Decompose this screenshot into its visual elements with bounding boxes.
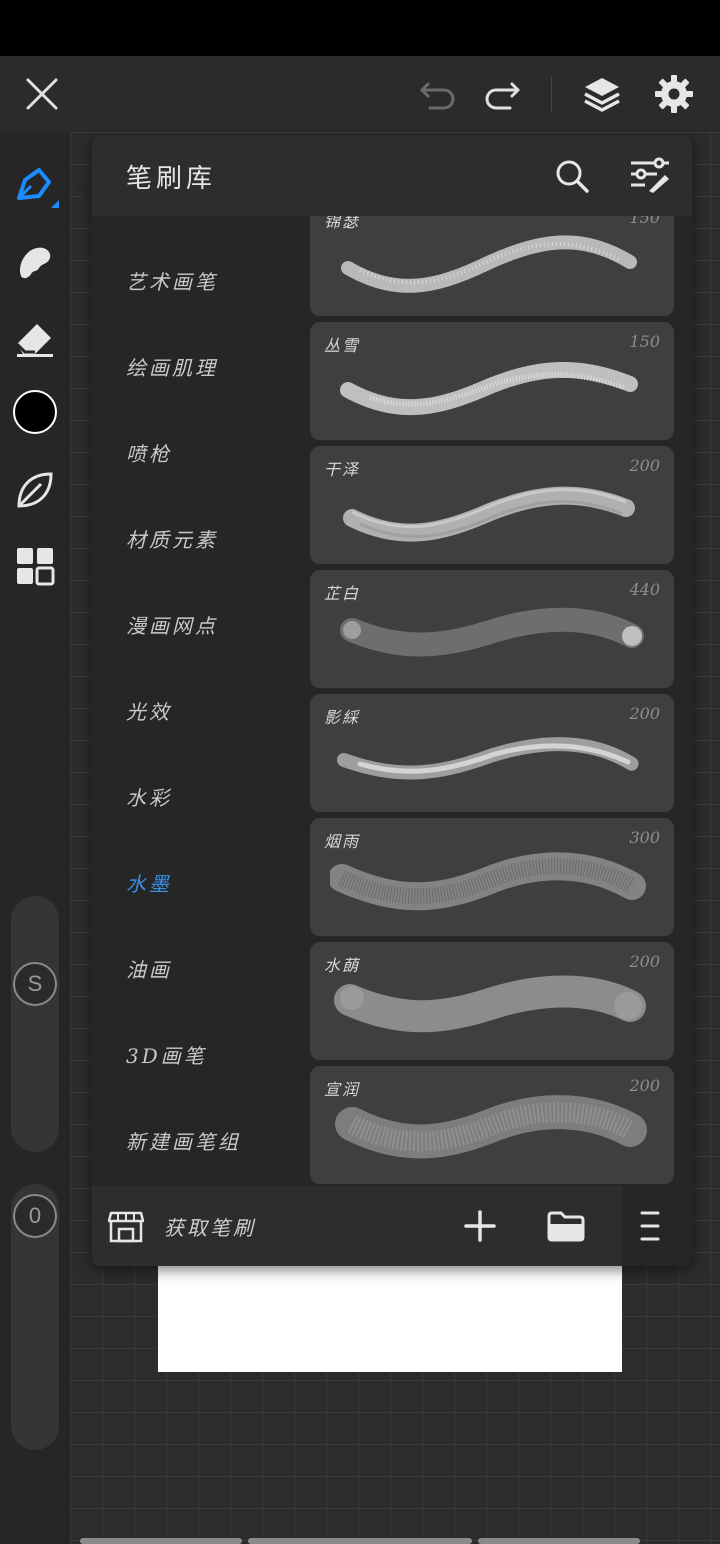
brush-stroke-preview <box>335 1095 647 1159</box>
category-item[interactable]: 艺术画笔 <box>126 266 218 295</box>
scroll-indicator <box>80 1538 242 1544</box>
settings-button[interactable] <box>646 56 702 132</box>
category-item-active[interactable]: 水墨 <box>126 868 172 897</box>
status-bar <box>0 0 720 56</box>
undo-icon <box>420 82 455 110</box>
smudge-icon <box>19 247 51 279</box>
stamp-tool[interactable] <box>0 460 70 520</box>
brush-card[interactable]: 丛雪 150 <box>310 322 674 440</box>
brush-list: 锦瑟 150 丛雪 150 干泽 200 芷白 440 影綵 200 烟雨 30… <box>310 216 674 1186</box>
current-color-circle <box>13 390 57 434</box>
more-tools[interactable] <box>0 536 70 596</box>
brush-card[interactable]: 芷白 440 <box>310 570 674 688</box>
left-toolbar: S 0 <box>0 132 70 1544</box>
category-item[interactable]: 喷枪 <box>126 438 172 467</box>
redo-icon <box>485 82 520 110</box>
category-item[interactable]: 材质元素 <box>126 524 218 553</box>
brush-icon <box>17 168 59 208</box>
category-item[interactable]: 水彩 <box>126 782 172 811</box>
plus-icon <box>464 1210 496 1242</box>
brush-stroke-preview <box>340 361 638 416</box>
brush-card[interactable]: 水蓢 200 <box>310 942 674 1060</box>
panel-header: 笔刷库 <box>92 136 692 216</box>
store-button[interactable] <box>104 1204 148 1248</box>
category-item[interactable]: 绘画肌理 <box>126 352 218 381</box>
grid-icon <box>17 548 55 586</box>
adjust-brush-icon <box>631 157 669 193</box>
menu-icon <box>640 1211 660 1241</box>
leaf-icon <box>17 472 53 508</box>
color-swatch[interactable] <box>0 382 70 442</box>
eraser-icon <box>15 324 53 357</box>
layers-button[interactable] <box>574 56 630 132</box>
brush-settings-button[interactable] <box>628 154 672 198</box>
new-brush-group[interactable]: 新建画笔组 <box>126 1126 241 1155</box>
category-list: 艺术画笔 绘画肌理 喷枪 材质元素 漫画网点 光效 水彩 水墨 油画 3D画笔 … <box>92 216 308 1186</box>
category-item[interactable]: 光效 <box>126 696 172 725</box>
toolbar-divider <box>551 76 552 112</box>
scroll-indicator <box>478 1538 640 1544</box>
store-icon <box>108 1211 144 1243</box>
opacity-slider-knob[interactable]: 0 <box>13 1194 57 1238</box>
brush-card[interactable]: 锦瑟 150 <box>310 216 674 316</box>
gear-icon <box>655 75 693 113</box>
smudge-tool[interactable] <box>0 232 70 292</box>
add-brush-button[interactable] <box>458 1204 502 1248</box>
brush-stroke-preview <box>330 852 646 911</box>
search-icon <box>556 160 589 193</box>
brush-card[interactable]: 干泽 200 <box>310 446 674 564</box>
import-folder-button[interactable] <box>544 1204 588 1248</box>
category-item[interactable]: 漫画网点 <box>126 610 218 639</box>
brush-stroke-preview <box>337 737 639 780</box>
eraser-tool[interactable] <box>0 308 70 368</box>
brush-tool[interactable] <box>0 156 70 216</box>
close-icon <box>26 78 58 110</box>
panel-title: 笔刷库 <box>126 164 217 194</box>
brush-card[interactable]: 宣润 200 <box>310 1066 674 1184</box>
brush-stroke-preview <box>341 235 637 293</box>
category-item[interactable]: 3D画笔 <box>126 1040 207 1069</box>
panel-footer: 获取笔刷 <box>92 1186 692 1266</box>
top-toolbar <box>0 56 720 132</box>
redo-button[interactable] <box>474 56 530 132</box>
brush-card[interactable]: 烟雨 300 <box>310 818 674 936</box>
undo-button[interactable] <box>410 56 466 132</box>
category-item[interactable]: 油画 <box>126 954 172 983</box>
brush-library-panel: 笔刷库 艺术画笔 绘画肌理 喷枪 材质元素 漫画网点 光效 水彩 水墨 油画 3… <box>92 136 692 1266</box>
search-button[interactable] <box>550 154 594 198</box>
folder-icon <box>547 1211 585 1242</box>
layers-icon <box>584 78 620 112</box>
scroll-indicator <box>248 1538 472 1544</box>
brush-stroke-preview <box>340 607 644 657</box>
brush-card[interactable]: 影綵 200 <box>310 694 674 812</box>
close-button[interactable] <box>14 56 70 132</box>
brush-stroke-preview <box>334 975 646 1033</box>
panel-pointer <box>76 174 92 206</box>
menu-button[interactable] <box>628 1204 672 1248</box>
get-brushes-label[interactable]: 获取笔刷 <box>164 1212 256 1241</box>
brush-stroke-preview <box>343 486 635 542</box>
size-slider[interactable] <box>11 896 59 1152</box>
size-slider-knob[interactable]: S <box>13 962 57 1006</box>
